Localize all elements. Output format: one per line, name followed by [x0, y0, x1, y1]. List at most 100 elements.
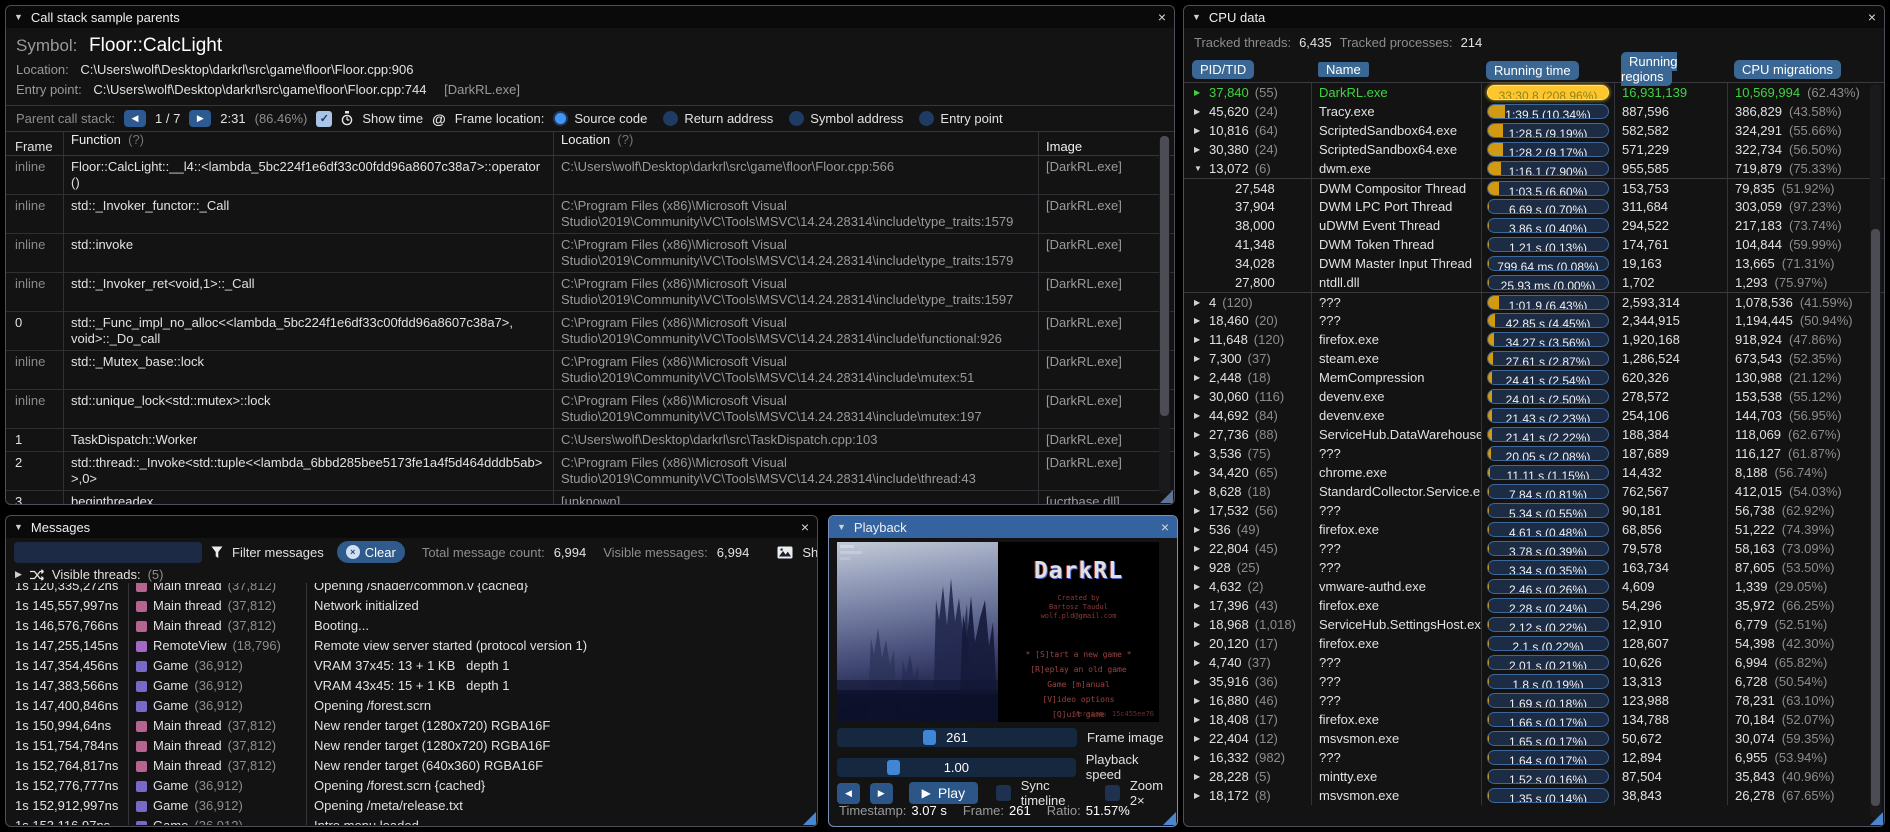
expand-arrow-icon[interactable]: ▶: [1194, 558, 1203, 577]
expand-arrow-icon[interactable]: ▶: [1194, 520, 1203, 539]
collapse-arrow-icon[interactable]: ▼: [1192, 12, 1201, 22]
callstack-scrollbar-thumb[interactable]: [1160, 136, 1169, 416]
callstack-frame-row[interactable]: 1 TaskDispatch::Worker C:\Users\wolf\Des…: [6, 429, 1174, 452]
expand-arrow-icon[interactable]: ▶: [1194, 121, 1203, 140]
resize-grip[interactable]: [803, 812, 816, 825]
clear-button[interactable]: × Clear: [336, 541, 405, 563]
playback-speed-slider[interactable]: 1.00: [837, 757, 1076, 777]
expand-arrow-icon[interactable]: ▶: [1194, 349, 1203, 368]
sort-name-button[interactable]: Name: [1318, 61, 1369, 77]
process-row[interactable]: ▶ 30,060 (116) devenv.exe 24.01 s (2.50%…: [1184, 387, 1884, 406]
process-row[interactable]: ▶ 18,460 (20) ??? 42.85 s (4.45%) 2,344,…: [1184, 311, 1884, 330]
cpu-titlebar[interactable]: ▼ CPU data ×: [1184, 6, 1884, 28]
expand-arrow-icon[interactable]: ▶: [1194, 387, 1203, 406]
callstack-frame-row[interactable]: 2 std::thread::_Invoke<std::tuple<<lambd…: [6, 452, 1174, 491]
sync-timeline-checkbox[interactable]: [996, 785, 1011, 801]
message-row[interactable]: 1s 147,354,456ns Game (36,912) VRAM 37x4…: [6, 656, 817, 676]
process-row[interactable]: ▶ 4,740 (37) ??? 2.01 s (0.21%) 10,626 6…: [1184, 653, 1884, 672]
frame-location-radio[interactable]: Source code: [553, 111, 647, 126]
expand-arrow-icon[interactable]: ▶: [1194, 691, 1203, 710]
expand-arrow-icon[interactable]: ▶: [1194, 482, 1203, 501]
process-row[interactable]: 34,028 DWM Master Input Thread 799.64 ms…: [1184, 254, 1884, 273]
expand-arrow-icon[interactable]: ▶: [15, 569, 22, 580]
callstack-frame-row[interactable]: inline std::_Invoker_functor::_Call C:\P…: [6, 195, 1174, 234]
prev-frame-button[interactable]: ◀: [837, 782, 860, 804]
process-row[interactable]: ▶ 30,380 (24) ScriptedSandbox64.exe 1:28…: [1184, 140, 1884, 159]
collapse-arrow-icon[interactable]: ▼: [14, 12, 23, 22]
column-header-frame[interactable]: Frame: [6, 132, 63, 155]
process-row[interactable]: ▶ 2,448 (18) MemCompression 24.41 s (2.5…: [1184, 368, 1884, 387]
expand-arrow-icon[interactable]: ▶: [1194, 444, 1203, 463]
message-row[interactable]: 1s 120,335,272ns Main thread (37,812) Op…: [6, 583, 817, 596]
radio-icon[interactable]: [663, 111, 679, 126]
frame-location-radio[interactable]: Entry point: [919, 111, 1003, 126]
sort-running-regions-button[interactable]: Running regions: [1621, 52, 1678, 86]
process-row[interactable]: ▶ 22,804 (45) ??? 3.78 s (0.39%) 79,578 …: [1184, 539, 1884, 558]
message-row[interactable]: 1s 145,557,997ns Main thread (37,812) Ne…: [6, 596, 817, 616]
process-row[interactable]: ▶ 27,736 (88) ServiceHub.DataWarehouse 2…: [1184, 425, 1884, 444]
message-row[interactable]: 1s 152,776,777ns Game (36,912) Opening /…: [6, 776, 817, 796]
expand-arrow-icon[interactable]: ▶: [1194, 786, 1203, 805]
expand-arrow-icon[interactable]: ▶: [1194, 102, 1203, 121]
zoom-2x-checkbox[interactable]: [1105, 785, 1120, 801]
expand-arrow-icon[interactable]: ▶: [1194, 425, 1203, 444]
expand-arrow-icon[interactable]: ▶: [1194, 83, 1203, 102]
process-row[interactable]: 27,800 ntdll.dll 25.93 ms (0.00%) 1,702 …: [1184, 273, 1884, 292]
expand-arrow-icon[interactable]: ▶: [1194, 293, 1203, 312]
expand-arrow-icon[interactable]: ▶: [1194, 368, 1203, 387]
process-row[interactable]: ▶ 16,880 (46) ??? 1.69 s (0.18%) 123,988…: [1184, 691, 1884, 710]
callstack-frame-row[interactable]: 0 std::_Func_impl_no_alloc<<lambda_5bc22…: [6, 312, 1174, 351]
process-row[interactable]: ▶ 18,172 (8) msvsmon.exe 1.35 s (0.14%) …: [1184, 786, 1884, 805]
expand-arrow-icon[interactable]: ▶: [1194, 330, 1203, 349]
play-button[interactable]: ▶ Play: [908, 782, 979, 804]
process-row[interactable]: ▶ 928 (25) ??? 3.34 s (0.35%) 163,734 87…: [1184, 558, 1884, 577]
frame-image-slider[interactable]: 261: [837, 728, 1077, 747]
expand-arrow-icon[interactable]: ▶: [1194, 406, 1203, 425]
process-row[interactable]: ▶ 45,620 (24) Tracy.exe 1:39.5 (10.34%) …: [1184, 102, 1884, 121]
expand-arrow-icon[interactable]: ▶: [1194, 539, 1203, 558]
expand-arrow-icon[interactable]: ▶: [1194, 672, 1203, 691]
message-row[interactable]: 1s 150,994,64ns Main thread (37,812) New…: [6, 716, 817, 736]
message-row[interactable]: 1s 153,116,97ns Game (36,912) Intro menu…: [6, 816, 817, 825]
process-row[interactable]: ▶ 18,408 (17) firefox.exe 1.66 s (0.17%)…: [1184, 710, 1884, 729]
column-header-function[interactable]: Function (?): [63, 132, 553, 155]
expand-arrow-icon[interactable]: ▶: [1194, 596, 1203, 615]
show-time-label[interactable]: Show time: [362, 111, 423, 126]
resize-grip[interactable]: [1160, 490, 1173, 503]
process-row[interactable]: 37,904 DWM LPC Port Thread 6.69 s (0.70%…: [1184, 197, 1884, 216]
process-row[interactable]: ▶ 20,120 (17) firefox.exe 2.1 s (0.22%) …: [1184, 634, 1884, 653]
close-icon[interactable]: ×: [1868, 10, 1876, 24]
sort-cpu-migrations-button[interactable]: CPU migrations: [1734, 59, 1842, 79]
message-row[interactable]: 1s 152,912,997ns Game (36,912) Opening /…: [6, 796, 817, 816]
visible-threads-row[interactable]: ▶ Visible threads: (5): [6, 566, 817, 583]
radio-icon[interactable]: [919, 111, 935, 126]
next-frame-button[interactable]: ▶: [869, 782, 893, 804]
callstack-frame-row[interactable]: inline std::_Invoker_ret<void,1>::_Call …: [6, 273, 1174, 312]
message-row[interactable]: 1s 151,754,784ns Main thread (37,812) Ne…: [6, 736, 817, 756]
process-row[interactable]: ▶ 37,840 (55) DarkRL.exe 33:30.8 (208.96…: [1184, 83, 1884, 102]
process-row[interactable]: 41,348 DWM Token Thread 1.21 s (0.13%) 1…: [1184, 235, 1884, 254]
process-row[interactable]: ▶ 18,968 (1,018) ServiceHub.SettingsHost…: [1184, 615, 1884, 634]
expand-arrow-icon[interactable]: ▶: [1194, 653, 1203, 672]
radio-icon[interactable]: [553, 111, 569, 126]
close-icon[interactable]: ×: [1158, 10, 1166, 24]
process-row[interactable]: ▶ 10,816 (64) ScriptedSandbox64.exe 1:28…: [1184, 121, 1884, 140]
process-row[interactable]: ▶ 34,420 (65) chrome.exe 11.11 s (1.15%)…: [1184, 463, 1884, 482]
callstack-frame-row[interactable]: inline Floor::CalcLight::__l4::<lambda_5…: [6, 156, 1174, 195]
next-callstack-button[interactable]: ▶: [189, 110, 212, 127]
process-row[interactable]: ▶ 536 (49) firefox.exe 4.61 s (0.48%) 68…: [1184, 520, 1884, 539]
help-marker[interactable]: (?): [617, 132, 633, 147]
expand-arrow-icon[interactable]: ▶: [1194, 577, 1203, 596]
expand-arrow-icon[interactable]: ▶: [1194, 634, 1203, 653]
resize-grip[interactable]: [1163, 812, 1176, 825]
process-row[interactable]: ▶ 7,300 (37) steam.exe 27.61 s (2.87%) 1…: [1184, 349, 1884, 368]
expand-arrow-icon[interactable]: ▶: [1194, 463, 1203, 482]
callstack-frame-row[interactable]: inline std::unique_lock<std::mutex>::loc…: [6, 390, 1174, 429]
process-row[interactable]: ▶ 44,692 (84) devenv.exe 21.43 s (2.23%)…: [1184, 406, 1884, 425]
process-row[interactable]: ▶ 35,916 (36) ??? 1.8 s (0.19%) 13,313 6…: [1184, 672, 1884, 691]
process-row[interactable]: ▶ 4,632 (2) vmware-authd.exe 2.46 s (0.2…: [1184, 577, 1884, 596]
callstack-frame-row[interactable]: inline std::_Mutex_base::lock C:\Program…: [6, 351, 1174, 390]
process-row[interactable]: ▶ 22,404 (12) msvsmon.exe 1.65 s (0.17%)…: [1184, 729, 1884, 748]
process-row[interactable]: ▶ 11,648 (120) firefox.exe 34.27 s (3.56…: [1184, 330, 1884, 349]
playback-titlebar[interactable]: ▼ Playback ×: [829, 516, 1177, 538]
